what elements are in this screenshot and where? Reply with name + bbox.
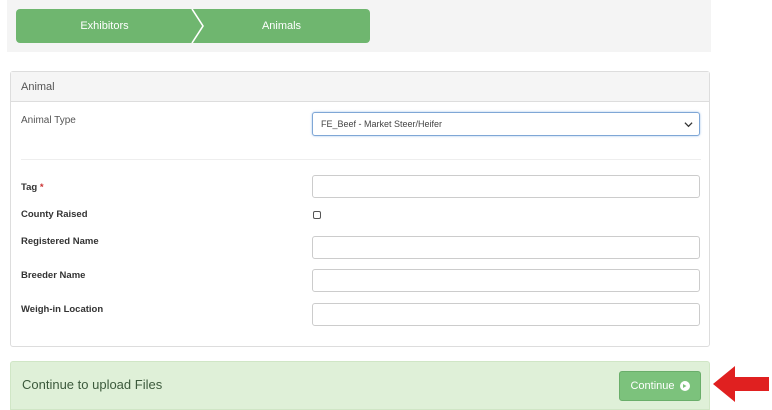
continue-button-label: Continue	[630, 380, 675, 392]
breeder-name-input[interactable]	[312, 269, 700, 292]
chevron-right-icon	[191, 9, 204, 43]
wizard-steps: Exhibitors Animals	[16, 9, 370, 43]
weighin-location-input[interactable]	[312, 303, 700, 326]
red-arrow-left-icon	[713, 366, 769, 402]
county-raised-checkbox[interactable]	[313, 211, 321, 219]
tag-input[interactable]	[312, 175, 700, 198]
arrow-circle-right-icon	[679, 381, 690, 391]
wizard-step-animals[interactable]: Animals	[193, 9, 370, 43]
registered-name-label: Registered Name	[21, 236, 99, 247]
continue-button[interactable]: Continue	[619, 371, 701, 401]
animal-type-label: Animal Type	[21, 115, 76, 126]
continue-message: Continue to upload Files	[22, 377, 163, 392]
animal-type-selected-value: FE_Beef - Market Steer/Heifer	[321, 119, 443, 129]
animal-panel: Animal Animal Type FE_Beef - Market Stee…	[10, 71, 710, 347]
wizard-step-exhibitors[interactable]: Exhibitors	[16, 9, 193, 43]
wizard-step-label: Exhibitors	[80, 20, 129, 32]
county-raised-label: County Raised	[21, 209, 88, 220]
tag-label-text: Tag	[21, 182, 38, 193]
continue-bar: Continue to upload Files Continue	[10, 361, 710, 410]
required-marker: *	[39, 182, 44, 193]
breeder-name-label: Breeder Name	[21, 270, 86, 281]
panel-title: Animal	[11, 72, 709, 102]
tag-label: Tag *	[21, 182, 44, 193]
wizard-step-label: Animals	[261, 20, 302, 32]
chevron-down-icon	[684, 122, 693, 128]
registered-name-input[interactable]	[312, 236, 700, 259]
weighin-location-label: Weigh-in Location	[21, 304, 104, 315]
animal-type-select[interactable]: FE_Beef - Market Steer/Heifer	[312, 112, 700, 136]
wizard-strip: Exhibitors Animals	[7, 0, 711, 52]
form-divider	[21, 159, 701, 160]
